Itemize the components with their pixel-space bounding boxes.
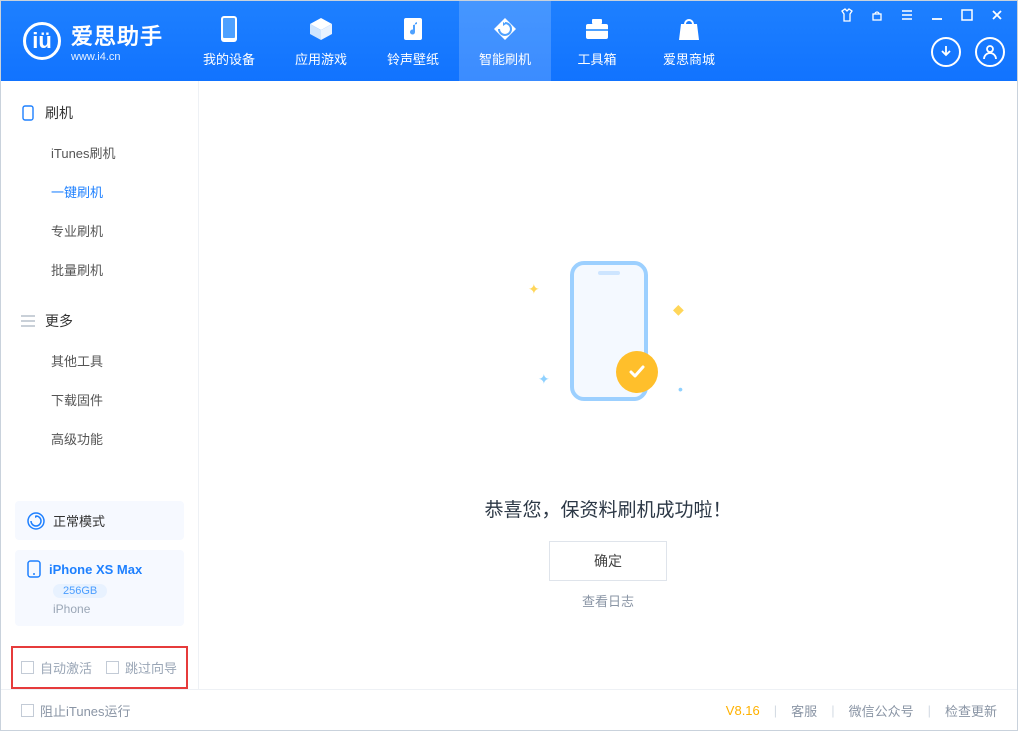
device-icon <box>215 15 243 43</box>
sparkle-icon: ◆ <box>673 301 684 318</box>
nav-label: 我的设备 <box>203 49 255 68</box>
menu-icon[interactable] <box>899 7 915 23</box>
checkbox-label: 自动激活 <box>40 658 92 677</box>
device-name: iPhone XS Max <box>49 562 142 577</box>
briefcase-icon <box>583 15 611 43</box>
shirt-icon[interactable] <box>839 7 855 23</box>
sidebar-section-more: 更多 <box>1 301 198 341</box>
lock-icon[interactable] <box>869 7 885 23</box>
storage-badge: 256GB <box>53 584 107 598</box>
minimize-icon[interactable] <box>929 7 945 23</box>
checkbox-label: 阻止iTunes运行 <box>40 701 131 720</box>
sidebar-item-pro-flash[interactable]: 专业刷机 <box>1 211 198 250</box>
list-icon <box>21 314 35 328</box>
checkbox-icon <box>21 704 34 717</box>
device-block[interactable]: iPhone XS Max 256GB iPhone <box>15 550 184 626</box>
sidebar-item-download-firmware[interactable]: 下载固件 <box>1 380 198 419</box>
nav-my-device[interactable]: 我的设备 <box>183 1 275 81</box>
check-icon <box>616 351 658 393</box>
skip-guide-checkbox[interactable]: 跳过向导 <box>106 658 177 677</box>
main-content: ✦ ◆ ✦ • 恭喜您，保资料刷机成功啦！ 确定 查看日志 <box>199 81 1017 689</box>
mode-label: 正常模式 <box>53 511 105 530</box>
sync-icon <box>491 15 519 43</box>
mode-block[interactable]: 正常模式 <box>15 501 184 540</box>
app-logo: iü 爱思助手 www.i4.cn <box>1 19 183 63</box>
sparkle-icon: ✦ <box>538 371 550 388</box>
nav-apps[interactable]: 应用游戏 <box>275 1 367 81</box>
sidebar-item-other-tools[interactable]: 其他工具 <box>1 341 198 380</box>
app-header: iü 爱思助手 www.i4.cn 我的设备 应用游戏 铃声壁纸 智能刷机 工具… <box>1 1 1017 81</box>
sidebar-item-oneclick-flash[interactable]: 一键刷机 <box>1 172 198 211</box>
block-itunes-checkbox[interactable]: 阻止iTunes运行 <box>21 701 131 720</box>
nav-toolbox[interactable]: 工具箱 <box>551 1 643 81</box>
confirm-button[interactable]: 确定 <box>549 541 667 581</box>
view-log-link[interactable]: 查看日志 <box>199 591 1017 610</box>
sparkle-icon: • <box>678 381 683 397</box>
phone-small-icon <box>27 560 41 578</box>
music-icon <box>399 15 427 43</box>
nav-label: 爱思商城 <box>663 49 715 68</box>
nav-flash[interactable]: 智能刷机 <box>459 1 551 81</box>
app-url: www.i4.cn <box>71 51 163 63</box>
top-nav: 我的设备 应用游戏 铃声壁纸 智能刷机 工具箱 爱思商城 <box>183 1 735 81</box>
user-button[interactable] <box>975 37 1005 67</box>
nav-label: 铃声壁纸 <box>387 49 439 68</box>
sidebar-item-advanced[interactable]: 高级功能 <box>1 419 198 458</box>
sidebar: 刷机 iTunes刷机 一键刷机 专业刷机 批量刷机 更多 其他工具 下载固件 … <box>1 81 199 689</box>
app-name: 爱思助手 <box>71 19 163 51</box>
checkbox-icon <box>106 661 119 674</box>
highlighted-options: 自动激活 跳过向导 <box>11 646 188 689</box>
window-controls <box>839 7 1005 23</box>
device-type: iPhone <box>53 602 172 616</box>
cube-icon <box>307 15 335 43</box>
wechat-link[interactable]: 微信公众号 <box>849 701 914 720</box>
auto-activate-checkbox[interactable]: 自动激活 <box>21 658 92 677</box>
success-illustration: ✦ ◆ ✦ • <box>498 261 718 421</box>
section-title: 更多 <box>45 311 73 331</box>
nav-store[interactable]: 爱思商城 <box>643 1 735 81</box>
maximize-icon[interactable] <box>959 7 975 23</box>
support-link[interactable]: 客服 <box>791 701 817 720</box>
phone-icon <box>21 106 35 120</box>
nav-label: 智能刷机 <box>479 49 531 68</box>
nav-label: 应用游戏 <box>295 49 347 68</box>
nav-ringtones[interactable]: 铃声壁纸 <box>367 1 459 81</box>
sidebar-section-flash: 刷机 <box>1 93 198 133</box>
bag-icon <box>675 15 703 43</box>
nav-label: 工具箱 <box>578 49 617 68</box>
section-title: 刷机 <box>45 103 73 123</box>
close-icon[interactable] <box>989 7 1005 23</box>
sidebar-item-itunes-flash[interactable]: iTunes刷机 <box>1 133 198 172</box>
app-footer: 阻止iTunes运行 V8.16 | 客服 | 微信公众号 | 检查更新 <box>1 689 1017 731</box>
sync-small-icon <box>27 512 45 530</box>
success-message: 恭喜您，保资料刷机成功啦！ <box>199 495 1017 522</box>
logo-icon: iü <box>23 22 61 60</box>
sidebar-item-batch-flash[interactable]: 批量刷机 <box>1 250 198 289</box>
checkbox-icon <box>21 661 34 674</box>
update-link[interactable]: 检查更新 <box>945 701 997 720</box>
version-label: V8.16 <box>726 703 760 718</box>
sparkle-icon: ✦ <box>528 281 540 298</box>
download-button[interactable] <box>931 37 961 67</box>
checkbox-label: 跳过向导 <box>125 658 177 677</box>
